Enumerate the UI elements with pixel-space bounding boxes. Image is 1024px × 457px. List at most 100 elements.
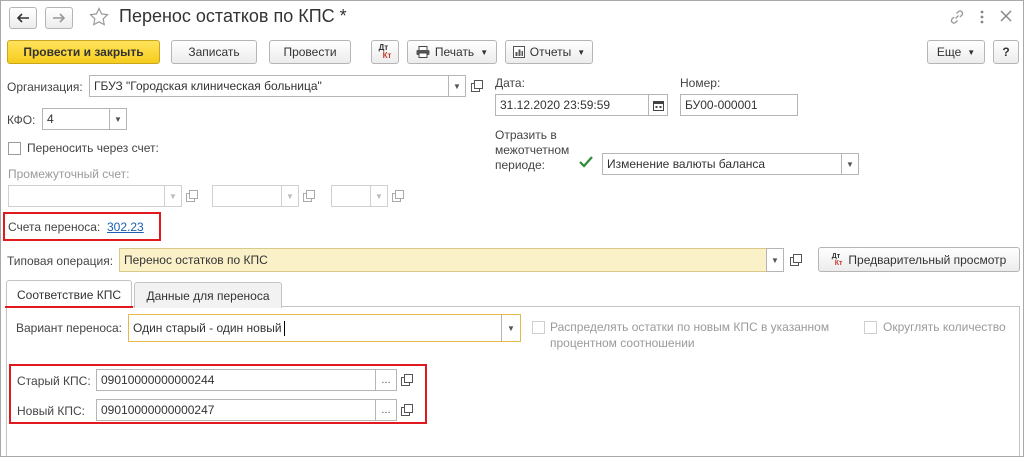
intermediate-account-open-1 (182, 185, 202, 207)
calendar-button[interactable] (648, 94, 668, 116)
intermediate-account-dropdown-2: ▼ (281, 185, 299, 207)
date-label: Дата: (495, 76, 525, 90)
intermediate-account-label: Промежуточный счет: (8, 167, 130, 181)
checkmark-icon (579, 156, 593, 168)
chevron-down-icon: ▼ (577, 47, 586, 57)
text-cursor (283, 320, 285, 336)
preview-button[interactable]: Дт Кт Предварительный просмотр (818, 247, 1020, 272)
accounts-link[interactable]: 302.23 (107, 220, 144, 234)
open-window-icon (392, 190, 404, 202)
arrow-right-icon (53, 13, 66, 23)
arrow-left-icon (16, 13, 29, 23)
tab-transfer-data[interactable]: Данные для переноса (134, 282, 282, 308)
window-title: Перенос остатков по КПС * (119, 6, 347, 26)
reflect-field[interactable]: Изменение валюты баланса (602, 153, 842, 175)
new-kps-label: Новый КПС: (17, 404, 85, 418)
old-kps-select-button[interactable]: ... (375, 369, 397, 391)
reports-button[interactable]: Отчеты ▼ (505, 40, 593, 64)
typical-op-field[interactable]: Перенос остатков по КПС (119, 248, 767, 272)
more-menu-icon[interactable] (979, 9, 993, 27)
round-quantity-checkbox (864, 321, 877, 334)
tab-kps-correspondence[interactable]: Соответствие КПС (6, 280, 132, 308)
chevron-down-icon: ▼ (375, 191, 383, 201)
dt-kt-button[interactable]: Дт Кт (371, 40, 399, 64)
kfo-field[interactable]: 4 (42, 108, 110, 130)
favorite-star-icon[interactable] (89, 7, 111, 29)
org-field[interactable]: ГБУЗ "Городская клиническая больница" (89, 75, 449, 97)
chevron-down-icon: ▼ (507, 323, 515, 333)
reflect-label-line3: периоде: (495, 158, 545, 172)
printer-icon (416, 46, 430, 58)
intermediate-account-field-2 (212, 185, 282, 207)
distribute-label-line1: Распределять остатки по новым КПС в указ… (550, 320, 830, 334)
new-kps-select-button[interactable]: ... (375, 399, 397, 421)
chevron-down-icon: ▼ (453, 81, 461, 91)
date-field[interactable]: 31.12.2020 23:59:59 (495, 94, 649, 116)
intermediate-account-open-3 (388, 185, 408, 207)
chevron-down-icon: ▼ (169, 191, 177, 201)
print-label: Печать (434, 45, 475, 59)
transfer-via-account-checkbox[interactable] (8, 142, 21, 155)
close-icon[interactable] (999, 9, 1015, 25)
forward-button[interactable] (45, 7, 73, 29)
open-window-icon (401, 404, 413, 416)
preview-label: Предварительный просмотр (848, 252, 1007, 267)
intermediate-account-open-2 (299, 185, 319, 207)
kfo-dropdown[interactable]: ▼ (109, 108, 127, 130)
new-kps-field[interactable]: 09010000000000247 (96, 399, 376, 421)
calendar-icon (652, 100, 664, 111)
typical-op-open-button[interactable] (786, 249, 806, 271)
open-window-icon (401, 374, 413, 386)
variant-dropdown[interactable]: ▼ (501, 314, 521, 342)
reports-label: Отчеты (529, 45, 572, 59)
reflect-label-line2: межотчетном (495, 143, 570, 157)
old-kps-field[interactable]: 09010000000000244 (96, 369, 376, 391)
chevron-down-icon: ▼ (967, 47, 976, 57)
reflect-dropdown[interactable]: ▼ (841, 153, 859, 175)
variant-value: Один старый - один новый (133, 321, 282, 335)
chevron-down-icon: ▼ (286, 191, 294, 201)
chevron-down-icon: ▼ (114, 114, 122, 124)
document-window: Перенос остатков по КПС * Провести и зак… (0, 0, 1024, 457)
dt-kt-icon: Дт Кт (831, 252, 843, 267)
old-kps-label: Старый КПС: (17, 374, 91, 388)
old-kps-open-button[interactable] (397, 369, 417, 391)
accounts-label: Счета переноса: (8, 220, 101, 234)
post-button[interactable]: Провести (269, 40, 351, 64)
dt-kt-icon: Дт Кт (378, 43, 392, 60)
help-button[interactable]: ? (993, 40, 1019, 64)
distribute-label-line2: процентном соотношении (550, 336, 695, 350)
round-quantity-label: Округлять количество (883, 320, 1006, 334)
more-label: Еще (936, 45, 962, 59)
link-icon[interactable] (949, 9, 967, 27)
distribute-checkbox (532, 321, 545, 334)
variant-field[interactable]: Один старый - один новый (128, 314, 503, 342)
open-window-icon (790, 254, 802, 266)
more-button[interactable]: Еще ▼ (927, 40, 985, 64)
open-window-icon (186, 190, 198, 202)
reflect-label-line1: Отразить в (495, 128, 557, 142)
chevron-down-icon: ▼ (771, 255, 779, 265)
org-label: Организация: (7, 80, 83, 94)
open-window-icon (303, 190, 315, 202)
intermediate-account-dropdown-3: ▼ (370, 185, 388, 207)
typical-op-dropdown[interactable]: ▼ (766, 248, 784, 272)
reflect-checkbox[interactable] (578, 155, 594, 171)
number-label: Номер: (680, 76, 721, 90)
new-kps-open-button[interactable] (397, 399, 417, 421)
back-button[interactable] (9, 7, 37, 29)
open-window-icon (471, 80, 483, 92)
chevron-down-icon: ▼ (480, 47, 489, 57)
post-and-close-button[interactable]: Провести и закрыть (7, 40, 160, 64)
intermediate-account-field-1 (8, 185, 165, 207)
org-open-button[interactable] (467, 75, 487, 97)
typical-op-label: Типовая операция: (7, 254, 114, 268)
number-field[interactable]: БУ00-000001 (680, 94, 798, 116)
kfo-label: КФО: (7, 113, 36, 127)
save-button[interactable]: Записать (171, 40, 257, 64)
org-dropdown[interactable]: ▼ (448, 75, 466, 97)
tab-active-underline (5, 306, 133, 308)
transfer-via-account-label: Переносить через счет: (27, 141, 159, 155)
print-button[interactable]: Печать ▼ (407, 40, 497, 64)
intermediate-account-field-3 (331, 185, 371, 207)
